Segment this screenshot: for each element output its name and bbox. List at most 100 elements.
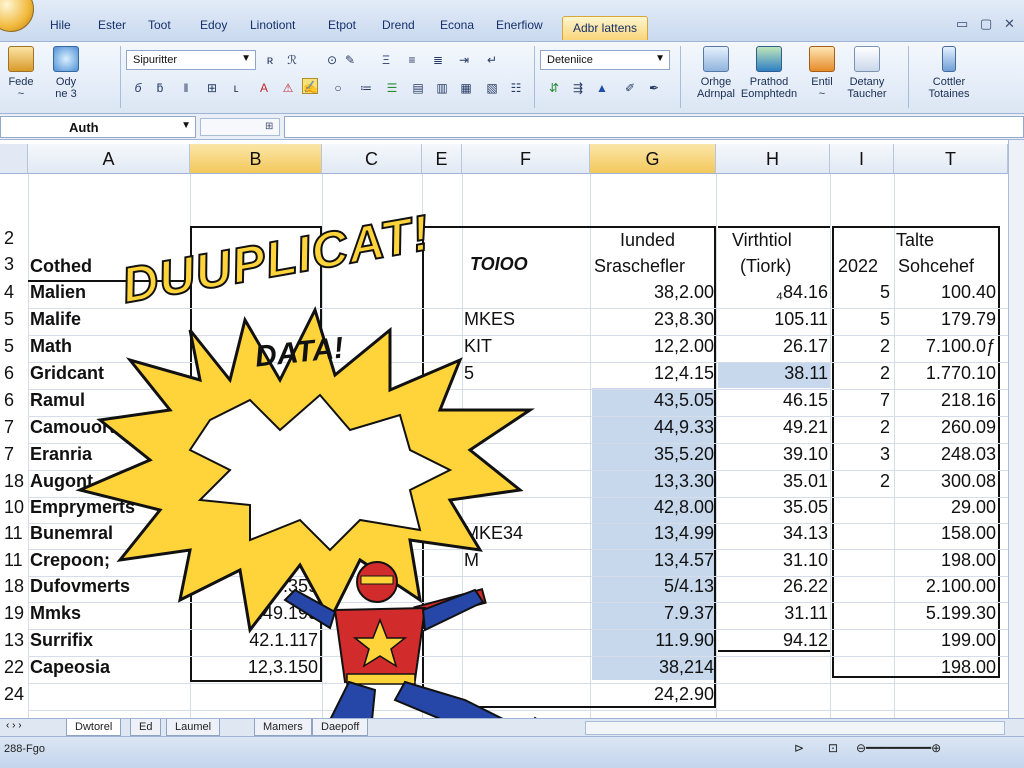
wrap-icon[interactable]: ↵ bbox=[484, 52, 500, 68]
cell-g[interactable]: 24,2.90 bbox=[592, 684, 714, 705]
cell-g[interactable]: 12,2.00 bbox=[592, 336, 714, 357]
format-painter-icon[interactable]: ✎ bbox=[342, 52, 358, 68]
cell-a[interactable]: Capeosia bbox=[30, 657, 180, 678]
cell-g[interactable]: 13,3.30 bbox=[592, 471, 714, 492]
header-cell-g-line1[interactable]: Iunded bbox=[620, 230, 675, 251]
tab-icons[interactable]: Econa bbox=[440, 18, 474, 32]
cell-h[interactable]: 35.01 bbox=[718, 471, 828, 492]
row-header[interactable]: 3 bbox=[0, 254, 28, 275]
cell-h[interactable]: 26.22 bbox=[718, 576, 828, 597]
cell-g[interactable]: 43,5.05 bbox=[592, 390, 714, 411]
row-header[interactable]: 22 bbox=[0, 657, 28, 678]
tab-overflow[interactable]: Enerfiow bbox=[496, 18, 543, 32]
cell-g[interactable]: 5/4.13 bbox=[592, 576, 714, 597]
row-header[interactable]: 18 bbox=[0, 576, 28, 597]
cell-g[interactable]: 13,4.99 bbox=[592, 523, 714, 544]
indent-icon[interactable]: ⇥ bbox=[456, 52, 472, 68]
cell-h[interactable]: 35.05 bbox=[718, 497, 828, 518]
column-header-h[interactable]: H bbox=[716, 144, 830, 174]
row-header[interactable]: 6 bbox=[0, 390, 28, 411]
marker-icon[interactable]: ✍ bbox=[302, 78, 318, 94]
cell-t[interactable]: 100.40 bbox=[896, 282, 996, 303]
header-cell-t-line2[interactable]: Sohcehef bbox=[898, 256, 974, 277]
cell-t[interactable]: 198.00 bbox=[896, 550, 996, 571]
column-header-t[interactable]: T bbox=[894, 144, 1008, 174]
name-box[interactable]: Auth ▼ bbox=[0, 116, 196, 138]
cell-h[interactable]: 105.11 bbox=[718, 309, 828, 330]
fill-color-icon[interactable]: ʟ bbox=[228, 80, 244, 96]
cell-t[interactable]: 5.199.30 bbox=[896, 603, 996, 624]
shrink-font-icon[interactable]: ℛ bbox=[284, 52, 300, 68]
column-header-a[interactable]: A bbox=[28, 144, 190, 174]
tab-active[interactable]: Adbr lattens bbox=[562, 16, 649, 40]
cell-h[interactable]: 31.11 bbox=[718, 603, 828, 624]
header-cell-h-line2[interactable]: (Tiork) bbox=[740, 256, 791, 277]
column-header-c[interactable]: C bbox=[322, 144, 422, 174]
column-header-g[interactable]: G bbox=[590, 144, 716, 174]
row-header[interactable]: 4 bbox=[0, 282, 28, 303]
copy-button[interactable]: Ody ne 3 bbox=[48, 46, 84, 100]
row-header[interactable]: 6 bbox=[0, 363, 28, 384]
select-all-corner[interactable] bbox=[0, 144, 28, 174]
sort-icon[interactable]: ⇵ bbox=[546, 80, 562, 96]
view-normal-icon[interactable]: ⊳ bbox=[794, 741, 804, 755]
column-header-f[interactable]: F bbox=[462, 144, 590, 174]
cell-t[interactable]: 1.770.10 bbox=[896, 363, 996, 384]
cell-g[interactable]: 38,214 bbox=[592, 657, 714, 678]
cell-h[interactable]: 38.11 bbox=[718, 363, 828, 384]
align-right-icon[interactable]: ≣ bbox=[430, 52, 446, 68]
filter-icon[interactable]: ⇶ bbox=[570, 80, 586, 96]
cell-h[interactable]: ₄84.16 bbox=[718, 282, 828, 303]
grow-font-icon[interactable]: ʀ bbox=[262, 52, 278, 68]
tab-body[interactable]: Edoy bbox=[200, 18, 227, 32]
minimize-icon[interactable]: ▭ bbox=[956, 16, 968, 32]
cell-g[interactable]: 23,8.30 bbox=[592, 309, 714, 330]
italic-icon[interactable]: б bbox=[130, 80, 146, 96]
cell-t[interactable]: 248.03 bbox=[896, 444, 996, 465]
row-header[interactable]: 19 bbox=[0, 603, 28, 624]
table-icon[interactable]: ▥ bbox=[434, 80, 450, 96]
cell-g[interactable]: 38,2.00 bbox=[592, 282, 714, 303]
cell-t[interactable]: 158.00 bbox=[896, 523, 996, 544]
cell-i[interactable]: 3 bbox=[832, 444, 890, 465]
cell-h[interactable]: 34.13 bbox=[718, 523, 828, 544]
cell-h[interactable]: 46.15 bbox=[718, 390, 828, 411]
merge-icon[interactable]: ▤ bbox=[410, 80, 426, 96]
cell-t[interactable]: 300.08 bbox=[896, 471, 996, 492]
column-header-i[interactable]: I bbox=[830, 144, 894, 174]
column-header-e[interactable]: E bbox=[422, 144, 462, 174]
row-header[interactable]: 13 bbox=[0, 630, 28, 651]
cell-g[interactable]: 13,4.57 bbox=[592, 550, 714, 571]
sheet-tab[interactable]: Laumel bbox=[166, 719, 221, 736]
row-header[interactable]: 18 bbox=[0, 471, 28, 492]
font-color-icon[interactable]: A bbox=[256, 80, 272, 96]
close-icon[interactable]: ✕ bbox=[1004, 16, 1015, 32]
header-cell-h-line1[interactable]: Virthtiol bbox=[732, 230, 792, 251]
bold-icon[interactable]: ƃ bbox=[152, 80, 168, 96]
row-header[interactable]: 11 bbox=[0, 523, 28, 544]
cell-t[interactable]: 2.100.00 bbox=[896, 576, 996, 597]
header-cell-t-line1[interactable]: Talte bbox=[896, 230, 934, 251]
sheet-tab[interactable]: Dwtorel bbox=[66, 719, 122, 736]
first-sheet-icon[interactable]: ‹ › › bbox=[6, 720, 22, 731]
cell-g[interactable]: 42,8.00 bbox=[592, 497, 714, 518]
row-header[interactable]: 2 bbox=[0, 228, 28, 249]
row-header[interactable]: 7 bbox=[0, 417, 28, 438]
detany-button[interactable]: Detany Taucher bbox=[842, 46, 892, 100]
pen-icon[interactable]: ✒ bbox=[646, 80, 662, 96]
horizontal-scrollbar[interactable] bbox=[585, 721, 1005, 735]
cell-g[interactable]: 44,9.33 bbox=[592, 417, 714, 438]
header-cell-a[interactable]: Cothed bbox=[30, 256, 92, 277]
sheet-tab[interactable]: Ed bbox=[130, 719, 162, 736]
clear-format-icon[interactable]: ⊙ bbox=[324, 52, 340, 68]
grid-icon[interactable]: ☷ bbox=[508, 80, 524, 96]
cell-g[interactable]: 12,4.15 bbox=[592, 363, 714, 384]
cell-g[interactable]: 35,5.20 bbox=[592, 444, 714, 465]
tab-text[interactable]: Toot bbox=[148, 18, 171, 32]
cell-h[interactable]: 39.10 bbox=[718, 444, 828, 465]
sheet-tab[interactable]: Mamers bbox=[254, 719, 312, 736]
style-combo[interactable]: Deteniice ▼ bbox=[540, 50, 670, 70]
highlight-icon[interactable]: ⚠ bbox=[280, 80, 296, 96]
tab-trend[interactable]: Drend bbox=[382, 18, 415, 32]
cell-t[interactable]: 29.00 bbox=[896, 497, 996, 518]
